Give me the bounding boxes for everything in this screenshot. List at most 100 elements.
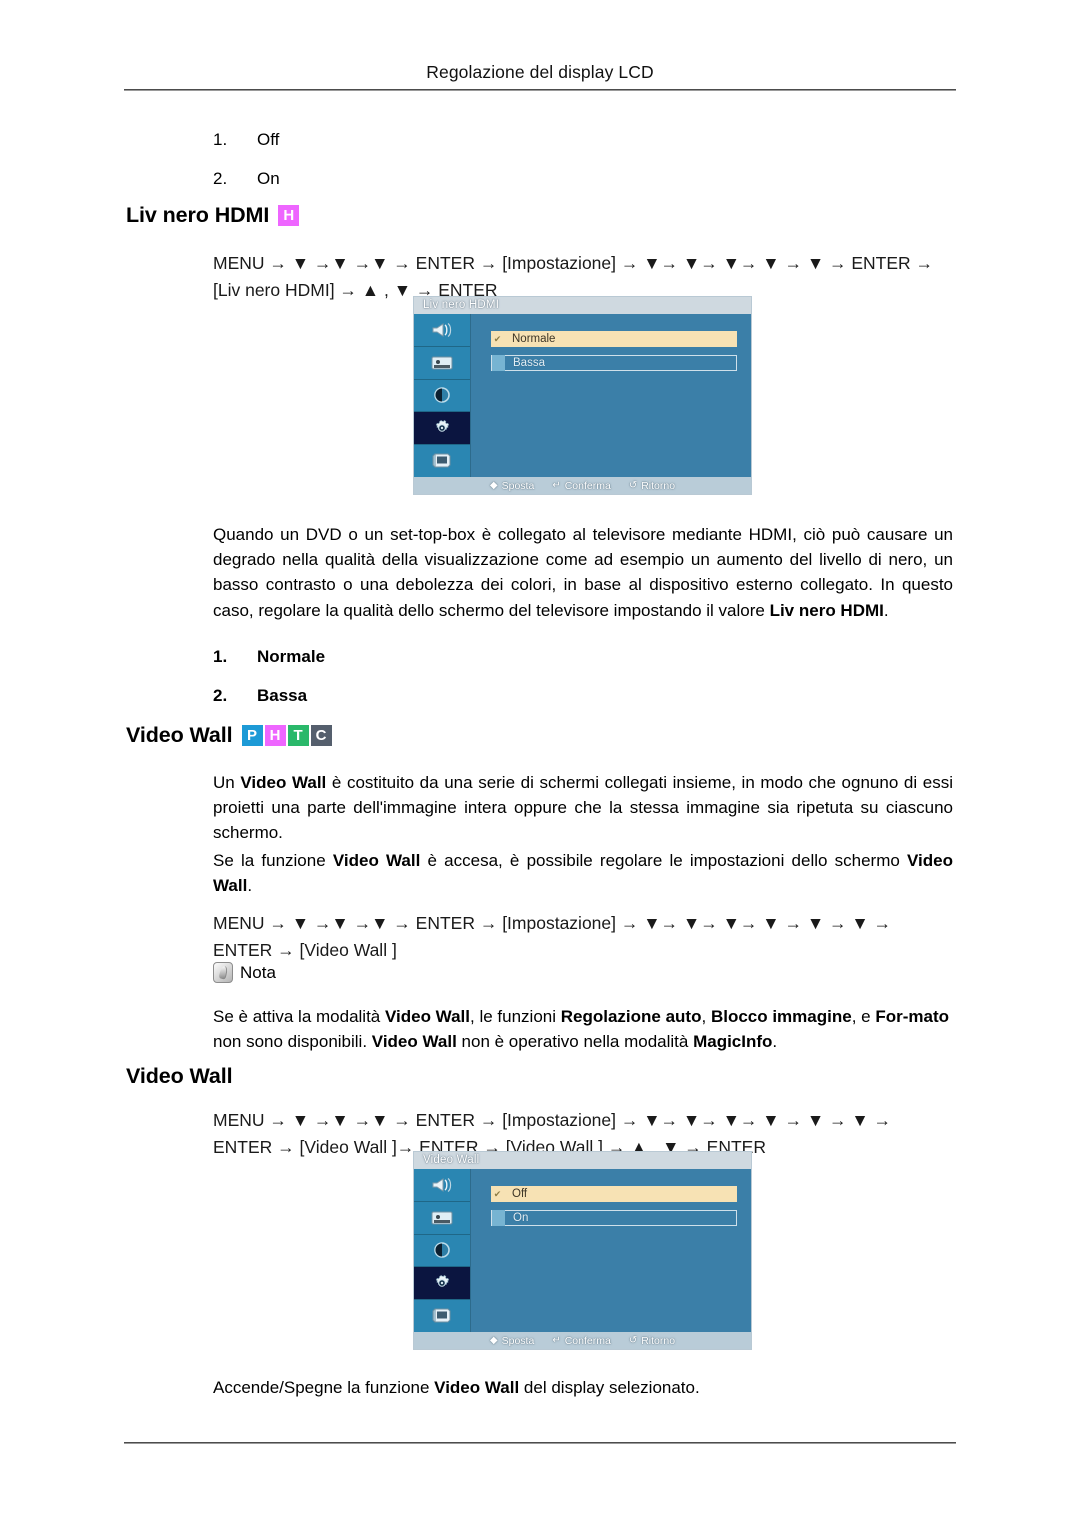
- osd-footer-hint-move: ◆ Sposta: [490, 480, 534, 492]
- paragraph-text: Un: [213, 773, 241, 792]
- paragraph-emphasis: MagicInfo: [693, 1032, 773, 1052]
- contrast-icon: [434, 387, 450, 404]
- monitor-icon: [432, 453, 451, 468]
- paragraph-text: ,: [701, 1007, 711, 1026]
- osd-sidebar-item-contrast[interactable]: [414, 1234, 470, 1268]
- return-icon: ↺: [628, 1335, 638, 1346]
- list-item: 1. Off: [213, 130, 280, 169]
- osd-option-row-selected[interactable]: ✔ Normale: [491, 331, 737, 347]
- osd-option-label: On: [513, 1212, 529, 1224]
- paragraph-text: , e: [851, 1007, 876, 1026]
- section-heading-video-wall: Video Wall P H T C: [126, 723, 332, 748]
- paragraph-text-tail: .: [883, 600, 889, 620]
- paragraph-text: , le funzioni: [470, 1007, 561, 1026]
- picture-icon: [431, 356, 453, 370]
- section-title: Video Wall: [126, 1064, 233, 1088]
- osd-body: ✔ Off On: [414, 1169, 751, 1332]
- paragraph-text: non è operativo nella modalità: [456, 1032, 694, 1052]
- menu-path-video-wall: MENU → ▼ →▼ →▼ → ENTER → [Impostazione] …: [213, 913, 892, 960]
- osd-option-label: Bassa: [513, 357, 545, 369]
- monitor-icon: [432, 1308, 451, 1323]
- osd-sidebar-item-contrast[interactable]: [414, 379, 470, 413]
- move-icon: ◆: [489, 1335, 498, 1346]
- hdmi-options-list: 1. Normale 2. Bassa: [213, 647, 325, 725]
- badge-p-icon: P: [241, 725, 263, 746]
- osd-footer-label: Conferma: [564, 479, 611, 492]
- osd-sidebar-item-picture[interactable]: [414, 1201, 470, 1235]
- osd-sidebar-item-setup[interactable]: [414, 412, 470, 446]
- list-item-number: 2.: [213, 169, 228, 188]
- move-icon: ◆: [489, 480, 498, 491]
- badge-group: P H T C: [241, 725, 332, 746]
- option-marker-icon: [492, 355, 505, 371]
- list-item-number: 2.: [213, 686, 228, 705]
- osd-sidebar-item-monitor[interactable]: [414, 445, 470, 477]
- paragraph-emphasis: Regolazione auto: [560, 1007, 702, 1026]
- osd-option-label: Off: [512, 1188, 528, 1200]
- osd-footer-label: Conferma: [564, 1334, 611, 1347]
- osd-sidebar-item-speaker[interactable]: [414, 1169, 470, 1202]
- osd-footer-label: Ritorno: [641, 479, 676, 492]
- list-item-label: Off: [257, 130, 280, 149]
- osd-sidebar-item-monitor[interactable]: [414, 1300, 470, 1332]
- page-header: Regolazione del display LCD: [426, 62, 654, 82]
- osd-footer-hint-return: ↺ Ritorno: [629, 1335, 675, 1347]
- section-heading-video-wall-sub: Video Wall: [126, 1064, 233, 1089]
- speaker-icon: [432, 1177, 452, 1192]
- paragraph-emphasis: For-mato: [875, 1007, 949, 1026]
- osd-option-row[interactable]: On: [491, 1210, 737, 1226]
- osd-footer-label: Sposta: [501, 479, 535, 492]
- paragraph-text: non sono disponibili.: [213, 1032, 372, 1052]
- menu-path-liv-nero-hdmi: MENU → ▼ →▼ →▼ → ENTER → [Impostazione] …: [213, 253, 934, 300]
- osd-option-label: Normale: [512, 333, 556, 345]
- section-title: Liv nero HDMI: [126, 203, 270, 227]
- check-icon: ✔: [493, 333, 502, 344]
- enter-icon: ↵: [552, 1335, 561, 1346]
- return-icon: ↺: [628, 480, 638, 491]
- badge-c-icon: C: [310, 725, 332, 746]
- osd-footer: ◆ Sposta ↵ Conferma ↺ Ritorno: [414, 477, 751, 494]
- badge-group: H: [278, 205, 300, 226]
- paragraph-emphasis: Video Wall: [371, 1032, 457, 1052]
- osd-sidebar: [414, 1169, 471, 1332]
- list-item: 2. Bassa: [213, 686, 325, 725]
- paragraph-video-wall-settings: Se la funzione Video Wall è accesa, è po…: [213, 848, 953, 898]
- footer-rule: [124, 1442, 956, 1444]
- osd-body: ✔ Normale Bassa: [414, 314, 751, 477]
- osd-option-row-selected[interactable]: ✔ Off: [491, 1186, 737, 1202]
- osd-footer: ◆ Sposta ↵ Conferma ↺ Ritorno: [414, 1332, 751, 1349]
- paragraph-text: Se la funzione: [213, 851, 333, 870]
- paragraph-hdmi-explanation: Quando un DVD o un set-top-box è collega…: [213, 522, 953, 623]
- paragraph-emphasis: Blocco immagine: [710, 1007, 852, 1026]
- note-label: Nota: [240, 962, 276, 982]
- section-title: Video Wall: [126, 723, 233, 747]
- paragraph-video-wall-intro: Un Video Wall è costituito da una serie …: [213, 770, 953, 846]
- list-item-number: 1.: [213, 130, 228, 149]
- gear-icon: [435, 420, 450, 433]
- osd-sidebar-item-speaker[interactable]: [414, 314, 470, 347]
- section-heading-liv-nero-hdmi: Liv nero HDMI H: [126, 203, 300, 228]
- osd-title: Video Wall: [414, 1152, 751, 1169]
- osd-sidebar-item-setup[interactable]: [414, 1267, 470, 1301]
- paragraph-text: Se è attiva la modalità: [213, 1007, 385, 1026]
- note-heading: Nota: [213, 962, 276, 983]
- paragraph-text: è accesa, è possibile regolare le impost…: [420, 851, 908, 870]
- osd-footer-hint-return: ↺ Ritorno: [629, 480, 675, 492]
- check-icon: ✔: [493, 1188, 502, 1199]
- osd-footer-label: Sposta: [501, 1334, 535, 1347]
- list-item-label: Normale: [257, 647, 326, 666]
- list-item-number: 1.: [213, 647, 228, 666]
- osd-option-list: ✔ Off On: [471, 1169, 751, 1332]
- badge-h-icon: H: [264, 725, 286, 746]
- list-item-label: On: [257, 169, 280, 188]
- option-marker-icon: [492, 1210, 505, 1226]
- paragraph-emphasis: Liv nero HDMI: [769, 600, 884, 620]
- osd-footer-hint-move: ◆ Sposta: [490, 1335, 534, 1347]
- osd-option-list: ✔ Normale Bassa: [471, 314, 751, 477]
- osd-sidebar-item-picture[interactable]: [414, 346, 470, 380]
- osd-footer-label: Ritorno: [641, 1334, 676, 1347]
- note-pencil-icon: [213, 962, 233, 983]
- osd-option-row[interactable]: Bassa: [491, 355, 737, 371]
- paragraph-emphasis: Video Wall: [434, 1378, 520, 1397]
- paragraph-emphasis: Video Wall: [384, 1007, 471, 1026]
